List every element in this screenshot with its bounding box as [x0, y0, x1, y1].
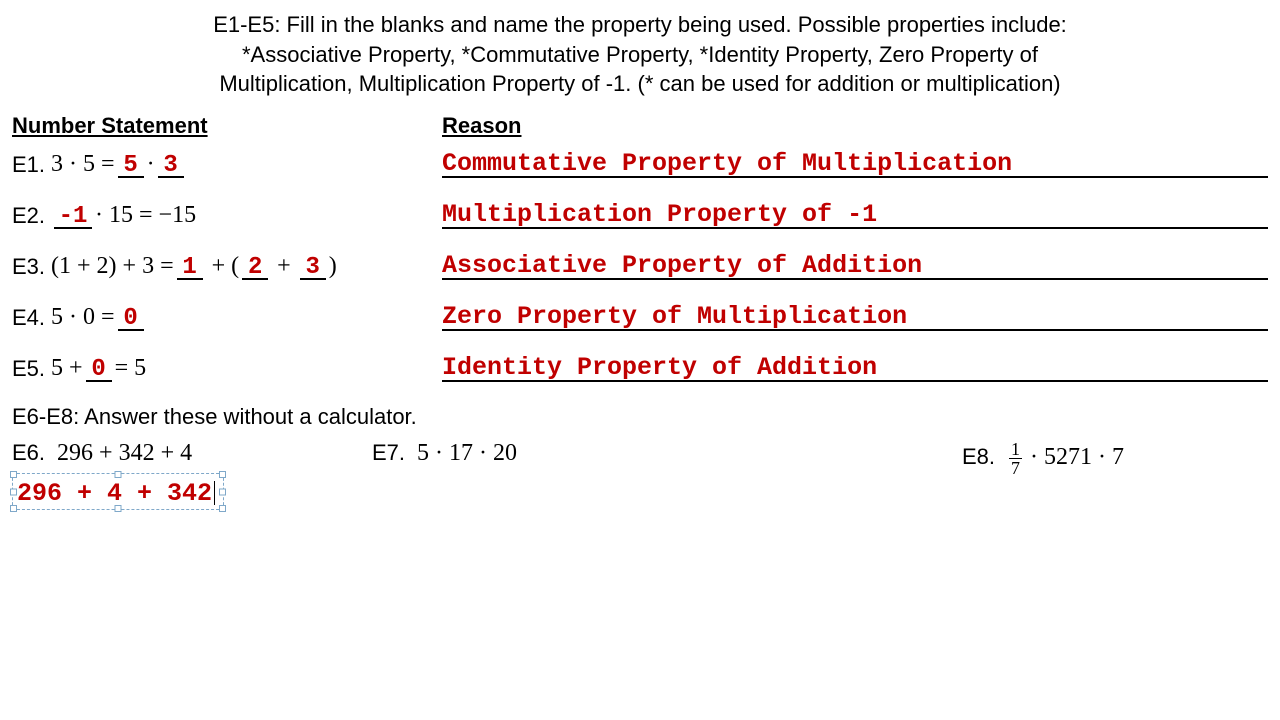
e1-blank2: 3 — [158, 149, 184, 178]
row-e4: E4. 5 · 0 = 0 Zero Property of Multiplic… — [12, 302, 1268, 331]
e4-reason-line: Zero Property of Multiplication — [442, 303, 1268, 331]
e5-post: = 5 — [115, 355, 147, 382]
instructions-line1: E1-E5: Fill in the blanks and name the p… — [12, 10, 1268, 40]
e4-blank: 0 — [118, 302, 144, 331]
e8-rest: · 5271 · 7 — [1030, 444, 1124, 470]
e5-reason-line: Identity Property of Addition — [442, 354, 1268, 382]
bottom-row: E6. 296 + 342 + 4 296 + 4 + 342 E7. 5 · … — [12, 440, 1268, 510]
label-e1: E1. — [12, 152, 45, 178]
label-e5: E5. — [12, 356, 45, 382]
row-e3: E3. (1 + 2) + 3 = 1 + ( 2 + 3 ) Associat… — [12, 251, 1268, 280]
e6-expr: 296 + 342 + 4 — [57, 440, 192, 466]
e8-frac-num: 1 — [1009, 440, 1022, 459]
e1-mid: · — [147, 151, 155, 178]
e6-work-textbox[interactable]: 296 + 4 + 342 — [12, 473, 224, 510]
label-e7: E7. — [372, 440, 405, 465]
e4-pre: 5 · 0 = — [51, 304, 115, 331]
e5-blank: 0 — [86, 353, 112, 382]
e8-fraction: 1 7 — [1009, 440, 1022, 477]
e2-post: · 15 = −15 — [95, 202, 196, 229]
e1-pre: 3 · 5 = — [51, 151, 115, 178]
e3-reason: Associative Property of Addition — [442, 251, 922, 280]
e2-reason-line: Multiplication Property of -1 — [442, 201, 1268, 229]
label-e3: E3. — [12, 254, 45, 280]
header-number-statement: Number Statement — [12, 113, 442, 139]
column-headers: Number Statement Reason — [12, 113, 1268, 139]
e3-reason-line: Associative Property of Addition — [442, 252, 1268, 280]
e3-blank2: 2 — [242, 251, 268, 280]
label-e6: E6. — [12, 440, 45, 465]
e1-reason: Commutative Property of Multiplication — [442, 149, 1012, 178]
label-e2: E2. — [12, 203, 45, 229]
e5-pre: 5 + — [51, 355, 83, 382]
e7-expr: 5 · 17 · 20 — [417, 440, 517, 466]
row-e1: E1. 3 · 5 = 5 · 3 Commutative Property o… — [12, 149, 1268, 178]
section2-instructions: E6-E8: Answer these without a calculator… — [12, 404, 1268, 430]
header-reason: Reason — [442, 113, 1268, 139]
e2-reason: Multiplication Property of -1 — [442, 200, 877, 229]
row-e5: E5. 5 + 0 = 5 Identity Property of Addit… — [12, 353, 1268, 382]
e4-reason: Zero Property of Multiplication — [442, 302, 907, 331]
instructions: E1-E5: Fill in the blanks and name the p… — [12, 10, 1268, 99]
cell-e6: E6. 296 + 342 + 4 296 + 4 + 342 — [12, 440, 372, 510]
e3-blank3: 3 — [300, 251, 326, 280]
e3-pre: (1 + 2) + 3 = — [51, 253, 174, 280]
cell-e7: E7. 5 · 17 · 20 — [372, 440, 962, 510]
e6-work: 296 + 4 + 342 — [17, 479, 212, 508]
e1-blank1: 5 — [118, 149, 144, 178]
label-e4: E4. — [12, 305, 45, 331]
cell-e8: E8. 1 7 · 5271 · 7 — [962, 440, 1124, 510]
e3-blank1: 1 — [177, 251, 203, 280]
e2-blank: -1 — [54, 200, 92, 229]
label-e8: E8. — [962, 444, 995, 469]
row-e2: E2. -1 · 15 = −15 Multiplication Propert… — [12, 200, 1268, 229]
e1-reason-line: Commutative Property of Multiplication — [442, 150, 1268, 178]
instructions-line2: *Associative Property, *Commutative Prop… — [12, 40, 1268, 70]
e5-reason: Identity Property of Addition — [442, 353, 877, 382]
text-cursor-icon — [214, 481, 215, 505]
instructions-line3: Multiplication, Multiplication Property … — [12, 69, 1268, 99]
e8-frac-den: 7 — [1009, 459, 1022, 477]
